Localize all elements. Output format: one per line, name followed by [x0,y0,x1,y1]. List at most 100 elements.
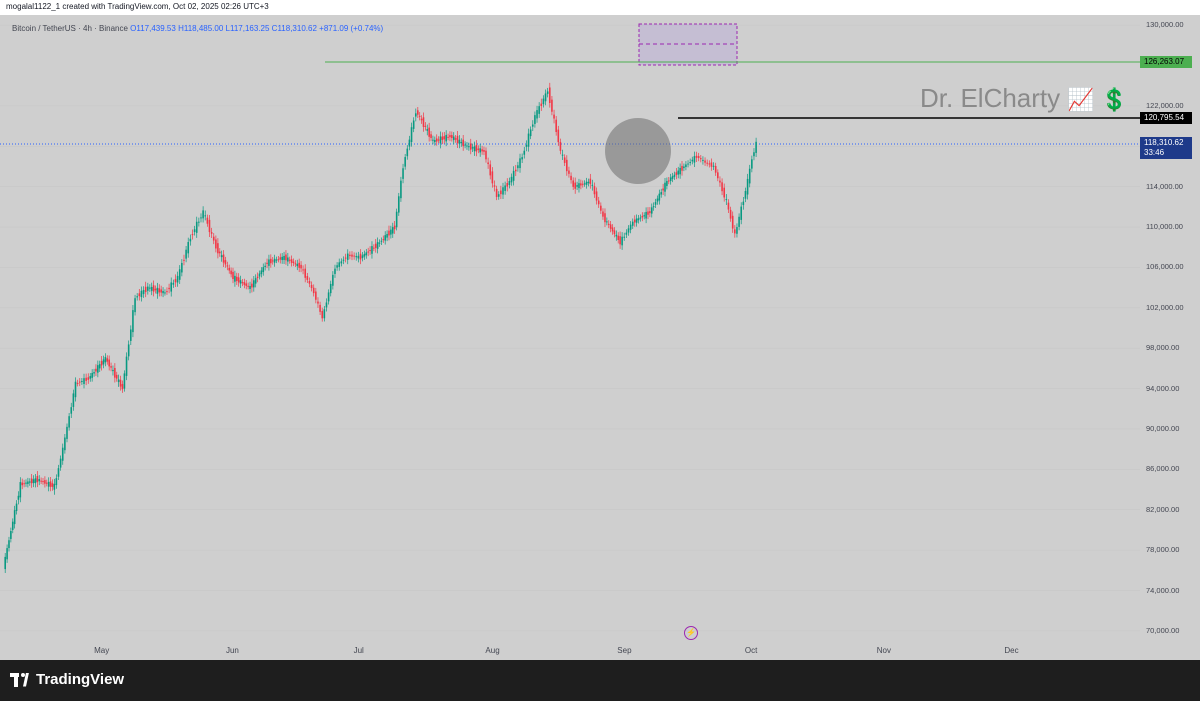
footer-bar: TradingView [0,660,1200,701]
candle-up [97,365,99,373]
candle-down [230,270,232,275]
candle-up [404,157,406,167]
x-tick-label: Nov [876,646,891,655]
candle-up [525,144,528,147]
candle-up [200,217,202,219]
candle-down [277,259,280,261]
candle-up [466,145,468,147]
candle-down [290,259,293,263]
candle-down [266,262,268,264]
resistance-level-tag: 120,795.54 [1140,112,1192,124]
candle-up [473,146,476,152]
candle-down [595,191,598,201]
highlight-circle[interactable] [605,118,671,184]
candle-down [154,288,157,291]
candle-up [755,141,757,153]
ohlc-open: O117,439.53 [130,24,176,33]
candle-up [19,482,22,498]
candle-up [376,242,379,249]
candle-down [495,188,498,197]
candle-up [15,503,18,512]
candle-down [183,259,185,261]
candle-up [104,357,107,363]
candle-down [359,253,362,260]
candle-up [323,309,326,319]
candle-down [315,291,317,300]
candle-down [609,224,612,229]
candle-up [529,129,532,137]
candle-down [235,276,238,282]
candle-up [412,120,415,129]
candle-down [108,359,110,367]
candle-up [391,227,394,234]
candle-down [574,182,576,189]
candle-up [258,273,261,277]
candle-up [195,221,198,233]
candle-down [367,251,369,253]
candle-down [557,129,560,143]
candle-down [100,361,103,366]
candle-down [144,286,147,293]
candle-down [382,239,385,241]
candle-down [485,150,487,160]
y-tick-label: 94,000.00 [1146,383,1180,393]
candle-up [287,257,289,262]
candle-down [717,172,719,179]
candle-up [249,285,251,289]
x-tick-label: Jun [225,646,239,655]
candle-up [658,193,661,201]
candle-up [677,170,680,175]
candle-up [576,185,578,187]
candle-down [695,155,698,158]
candle-down [708,163,711,165]
candle-up [363,253,366,257]
candle-down [294,263,297,265]
candle-down [45,482,48,484]
candle-down [481,149,483,152]
candle-up [10,530,12,539]
candle-up [519,158,521,169]
candle-up [738,216,740,227]
candle-down [662,188,664,191]
candle-up [334,268,336,274]
candle-down [451,135,453,139]
candle-down [462,139,464,147]
candle-up [439,136,442,144]
y-tick-label: 98,000.00 [1146,343,1180,353]
candle-up [338,262,341,267]
candle-up [669,177,672,182]
candle-up [748,168,751,184]
candle-up [744,190,747,199]
candle-down [428,127,430,137]
candle-up [149,287,151,289]
candle-up [689,162,691,164]
candle-up [150,286,153,291]
candle-down [714,165,717,173]
candle-up [650,207,653,214]
candle-up [538,106,540,114]
candle-up [623,236,626,238]
candle-down [424,125,427,127]
tradingview-brand[interactable]: TradingView [10,671,124,688]
candle-down [351,254,353,257]
x-tick-label: Aug [485,646,500,655]
candle-up [142,290,145,295]
candle-up [325,302,328,308]
candle-up [542,98,545,105]
candle-down [454,138,457,140]
candle-up [140,290,143,298]
ohlc-change: +871.09 (+0.74%) [319,24,384,33]
event-flash-icon[interactable]: ⚡ [684,626,698,640]
symbol-legend[interactable]: Bitcoin / TetherUS · 4h · Binance O117,4… [12,24,383,33]
candle-up [147,286,149,291]
candle-down [633,219,636,223]
candle-down [247,285,249,287]
candle-down [308,281,311,284]
candle-down [270,258,272,264]
candle-down [158,288,161,293]
candle-up [736,227,738,234]
candle-up [378,242,381,244]
candle-down [475,144,478,152]
candle-down [500,190,502,195]
green-level-tag: 126,263.07 [1140,56,1192,68]
